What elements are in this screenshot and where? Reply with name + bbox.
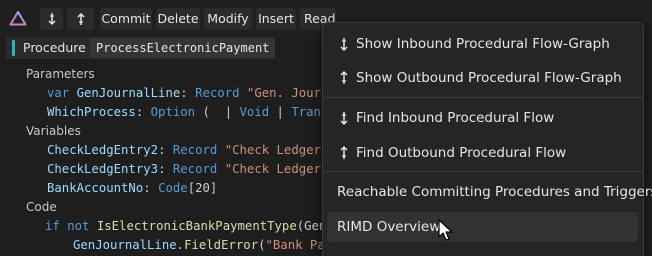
object-name[interactable]: GenJournalLine bbox=[73, 238, 177, 252]
method-name[interactable]: FieldError bbox=[184, 238, 258, 252]
function-name[interactable]: IsElectronicBankPaymentType bbox=[97, 219, 297, 233]
show-outbound-button[interactable] bbox=[67, 8, 94, 30]
param-type: Record bbox=[195, 86, 240, 100]
colon: : bbox=[135, 105, 144, 119]
paren-open: ( bbox=[258, 238, 266, 252]
variable-line: BankAccountNo: Code[20] bbox=[47, 179, 217, 198]
menu-divider bbox=[323, 171, 643, 172]
menu-item-label: Show Outbound Procedural Flow-Graph bbox=[356, 70, 622, 86]
show-inbound-button[interactable] bbox=[40, 8, 63, 30]
option-separator: | bbox=[276, 105, 284, 119]
param-line: var GenJournalLine: Record "Gen. Journa bbox=[47, 84, 336, 103]
var-name[interactable]: BankAccountNo bbox=[47, 181, 143, 195]
menu-divider bbox=[323, 97, 643, 98]
commit-button[interactable]: Commit bbox=[100, 8, 152, 30]
code-header: Code bbox=[26, 200, 57, 214]
menu-item-reachable-committing[interactable]: Reachable Committing Procedures and Trig… bbox=[327, 177, 652, 207]
option-void: Void bbox=[232, 105, 277, 119]
keyword-not: not bbox=[67, 219, 90, 233]
var-type: Record bbox=[172, 143, 218, 157]
var-value: "Check Ledger bbox=[224, 143, 321, 157]
colon: : bbox=[180, 86, 188, 100]
accent-bar bbox=[12, 40, 15, 56]
var-size: [20] bbox=[187, 181, 218, 195]
procedure-label: Procedure bbox=[23, 40, 86, 55]
var-name[interactable]: CheckLedgEntry3 bbox=[47, 162, 158, 176]
mouse-cursor-icon bbox=[438, 219, 453, 241]
menu-item-find-outbound-flow[interactable]: Find Outbound Procedural Flow bbox=[327, 138, 638, 168]
menu-item-rimd-overview[interactable]: RIMD Overview bbox=[327, 212, 638, 242]
menu-item-label: Find Outbound Procedural Flow bbox=[356, 145, 567, 161]
colon: : bbox=[158, 162, 166, 176]
arrow-up-icon bbox=[340, 70, 348, 84]
option-separator: | bbox=[224, 105, 233, 119]
menu-item-label: RIMD Overview bbox=[337, 219, 441, 235]
code-statement: if not IsElectronicBankPaymentType(GenJ bbox=[45, 217, 334, 236]
parameters-header: Parameters bbox=[26, 67, 95, 81]
keyword: var bbox=[47, 86, 70, 100]
delete-button[interactable]: Delete bbox=[156, 8, 200, 30]
menu-item-show-inbound-graph[interactable]: Show Inbound Procedural Flow-Graph bbox=[327, 29, 638, 59]
variables-header: Variables bbox=[26, 124, 81, 138]
dot: . bbox=[176, 238, 185, 252]
keyword-if: if bbox=[45, 219, 60, 233]
procedure-header: Procedure ProcessElectronicPayment bbox=[6, 37, 276, 59]
arrow-down-icon bbox=[47, 13, 56, 26]
arrow-down-icon bbox=[340, 112, 348, 126]
menu-item-show-outbound-graph[interactable]: Show Outbound Procedural Flow-Graph bbox=[327, 63, 638, 93]
var-value: "Check Ledger bbox=[224, 162, 321, 176]
arrow-up-icon bbox=[76, 12, 85, 25]
arrow-down-icon bbox=[340, 38, 348, 52]
var-type: Record bbox=[172, 162, 218, 176]
var-type: Code bbox=[158, 181, 188, 195]
procedure-name[interactable]: ProcessElectronicPayment bbox=[90, 38, 276, 58]
option-open: ( bbox=[195, 105, 225, 119]
menu-item-label: Reachable Committing Procedures and Trig… bbox=[337, 184, 652, 200]
insert-button[interactable]: Insert bbox=[256, 8, 296, 30]
variable-line: CheckLedgEntry2: Record "Check Ledger bbox=[47, 141, 321, 160]
param-type: Option bbox=[150, 105, 196, 119]
var-name[interactable]: CheckLedgEntry2 bbox=[47, 143, 158, 157]
colon: : bbox=[143, 181, 151, 195]
variable-line: CheckLedgEntry3: Record "Check Ledger bbox=[47, 160, 321, 179]
colon: : bbox=[158, 143, 166, 157]
modify-button[interactable]: Modify bbox=[204, 8, 252, 30]
menu-item-label: Show Inbound Procedural Flow-Graph bbox=[356, 36, 610, 52]
menu-item-label: Find Inbound Procedural Flow bbox=[356, 110, 555, 126]
param-name[interactable]: WhichProcess bbox=[47, 105, 136, 119]
triangle-logo-icon[interactable] bbox=[6, 6, 30, 30]
param-line: WhichProcess: Option ( | Void | Trans bbox=[47, 103, 328, 122]
read-dropdown-menu: Show Inbound Procedural Flow-Graph Show … bbox=[322, 22, 652, 256]
menu-item-find-inbound-flow[interactable]: Find Inbound Procedural Flow bbox=[327, 103, 638, 133]
arrow-up-icon bbox=[340, 145, 348, 159]
param-name[interactable]: GenJournalLine bbox=[77, 86, 181, 100]
